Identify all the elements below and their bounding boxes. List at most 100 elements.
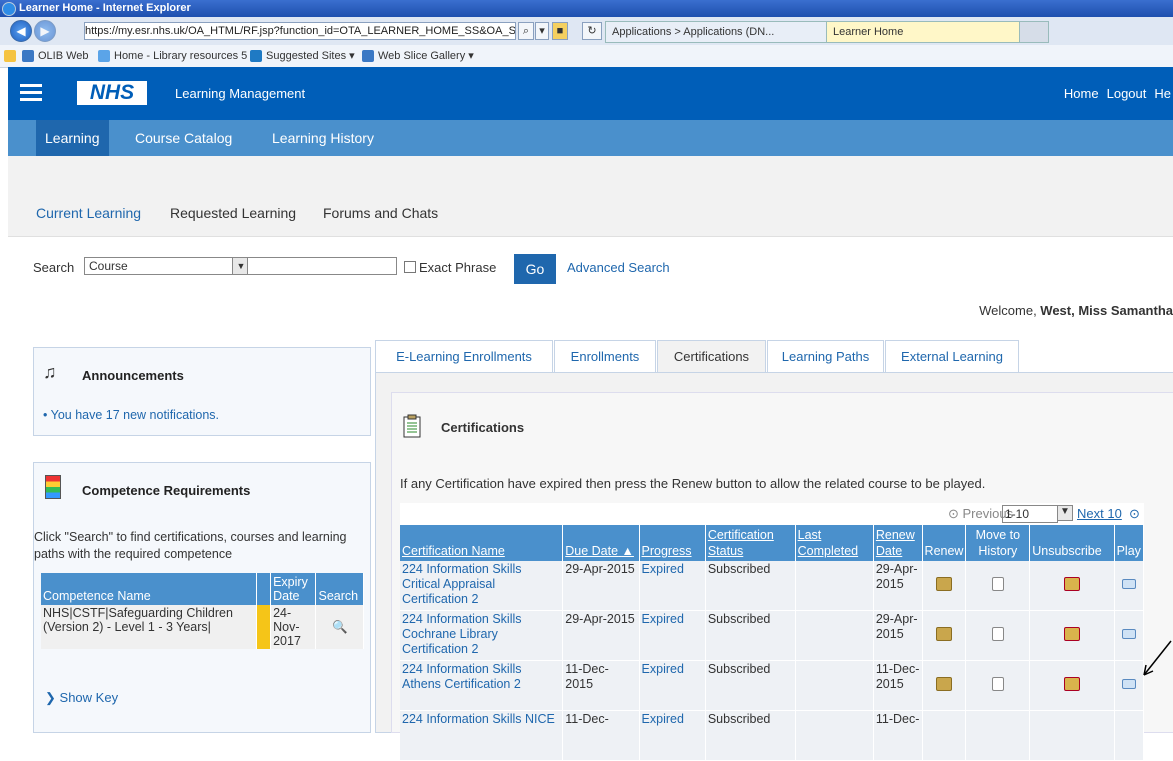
forward-icon[interactable]: ▶ — [34, 20, 56, 42]
certification-name-link[interactable]: 224 Information Skills Athens Certificat… — [400, 660, 564, 711]
certification-name-link[interactable]: 224 Information Skills Critical Appraisa… — [400, 561, 564, 611]
tab-certifications[interactable]: Certifications — [657, 340, 766, 373]
back-icon[interactable]: ◀ — [10, 20, 32, 42]
certification-status: Subscribed — [705, 561, 796, 611]
menu-icon[interactable] — [20, 84, 42, 102]
next-10-link[interactable]: Next 10 — [1077, 506, 1122, 521]
renew-icon[interactable] — [922, 610, 967, 661]
col-play: Play — [1114, 525, 1145, 561]
move-to-history-icon[interactable] — [965, 660, 1031, 711]
move-to-history-icon[interactable] — [965, 610, 1031, 661]
home-link[interactable]: Home — [1064, 86, 1099, 101]
fav-web-slice-gallery[interactable]: Web Slice Gallery ▾ — [362, 45, 474, 67]
unsubscribe-icon[interactable] — [1029, 610, 1115, 661]
col-progress[interactable]: Progress — [639, 525, 706, 561]
search-input[interactable] — [247, 257, 397, 275]
annotation-arrow-icon — [1143, 640, 1172, 676]
col-certification-status[interactable]: Certification Status — [705, 525, 796, 561]
progress-link[interactable]: Expired — [639, 710, 706, 761]
renew-icon[interactable] — [922, 660, 967, 711]
renew-instructions: If any Certification have expired then p… — [400, 476, 986, 491]
unsubscribe-icon[interactable] — [1029, 710, 1115, 761]
favorites-star-icon[interactable] — [4, 45, 20, 67]
pagination: ⊙ Previous 1-10 ▼ Next 10 ⊙ — [400, 503, 1144, 525]
url-field[interactable]: https://my.esr.nhs.uk/OA_HTML/RF.jsp?fun… — [84, 22, 516, 40]
col-search: Search — [315, 573, 364, 605]
col-due-date[interactable]: Due Date ▲ — [562, 525, 640, 561]
show-key-link[interactable]: ❯ Show Key — [45, 690, 118, 706]
search-icon[interactable]: 🔍 — [315, 605, 364, 649]
col-last-completed[interactable]: Last Completed — [795, 525, 874, 561]
search-type-select[interactable]: Course ▼ — [84, 257, 250, 275]
certification-name-link[interactable]: 224 Information Skills NICE — [400, 710, 564, 761]
col-renew: Renew — [922, 525, 967, 561]
fav-home-library[interactable]: Home - Library resources 5 ... — [98, 45, 260, 67]
primary-nav: Learning Course Catalog Learning History — [8, 120, 1173, 156]
renew-date: 29-Apr-2015 — [873, 561, 923, 611]
tab-enrollments[interactable]: Enrollments — [554, 340, 656, 373]
unsubscribe-icon[interactable] — [1029, 660, 1115, 711]
due-date: 29-Apr-2015 — [562, 610, 640, 661]
go-button[interactable]: Go — [514, 254, 556, 284]
tab-e-learning-enrollments[interactable]: E-Learning Enrollments — [375, 340, 553, 373]
search-icon[interactable]: ⌕ — [518, 22, 534, 40]
certifications-table: Certification Name Due Date ▲ Progress C… — [400, 525, 1145, 761]
window-title: Learner Home - Internet Explorer — [19, 2, 191, 14]
sort-asc-icon: ▲ — [621, 544, 634, 558]
browser-tab-learner-home[interactable]: Learner Home — [826, 21, 1024, 43]
ie-logo-icon — [2, 2, 16, 16]
exact-phrase-checkbox[interactable] — [404, 261, 416, 273]
unsubscribe-icon[interactable] — [1029, 561, 1115, 611]
advanced-search-link[interactable]: Advanced Search — [567, 260, 670, 275]
tab-external-learning[interactable]: External Learning — [885, 340, 1019, 373]
fav-olib-web[interactable]: OLIB Web — [22, 45, 89, 67]
tab-learning-paths[interactable]: Learning Paths — [767, 340, 884, 373]
certification-name-link[interactable]: 224 Information Skills Cochrane Library … — [400, 610, 564, 661]
last-completed — [795, 561, 874, 611]
table-row: NHS|CSTF|Safeguarding Children (Version … — [41, 605, 364, 649]
browser-tab-applications[interactable]: Applications > Applications (DN... — [605, 21, 831, 43]
lock-icon[interactable]: ■ — [552, 22, 568, 40]
nav-current-learning[interactable]: Current Learning — [36, 205, 141, 221]
nhs-logo: NHS — [77, 81, 147, 105]
competence-panel: Competence Requirements Click "Search" t… — [33, 462, 371, 733]
status-marker — [256, 605, 272, 649]
col-expiry-date: Expiry Date — [270, 573, 317, 605]
help-link[interactable]: He — [1154, 86, 1171, 101]
progress-link[interactable]: Expired — [639, 660, 706, 711]
fav-suggested-sites[interactable]: Suggested Sites ▾ — [250, 45, 355, 67]
renew-date: 11-Dec-2015 — [873, 660, 923, 711]
competence-description: Click "Search" to find certifications, c… — [34, 530, 347, 561]
play-icon[interactable] — [1114, 610, 1145, 661]
nav-requested-learning[interactable]: Requested Learning — [170, 205, 296, 221]
browser-title-bar: Learner Home - Internet Explorer — [0, 0, 1173, 17]
competence-icon — [45, 475, 61, 499]
col-renew-date[interactable]: Renew Date — [873, 525, 923, 561]
page-range-select[interactable]: 1-10 — [1002, 505, 1058, 523]
progress-link[interactable]: Expired — [639, 561, 706, 611]
play-icon[interactable] — [1114, 710, 1145, 761]
notifications-link[interactable]: • You have 17 new notifications. — [43, 408, 219, 422]
nav-forums-and-chats[interactable]: Forums and Chats — [323, 205, 438, 221]
progress-link[interactable]: Expired — [639, 610, 706, 661]
col-certification-name[interactable]: Certification Name — [400, 525, 564, 561]
chevron-down-icon[interactable]: ▼ — [1057, 505, 1073, 521]
logout-link[interactable]: Logout — [1107, 86, 1147, 101]
play-icon[interactable] — [1114, 660, 1145, 711]
nav-learning[interactable]: Learning — [36, 120, 109, 156]
certifications-title: Certifications — [441, 420, 525, 435]
dropdown-icon[interactable]: ▾ — [535, 22, 549, 40]
renew-icon[interactable] — [922, 710, 967, 761]
nav-learning-history[interactable]: Learning History — [263, 120, 383, 156]
favorites-bar: OLIB Web Home - Library resources 5 ... … — [0, 45, 1173, 68]
new-tab-button[interactable] — [1019, 21, 1049, 43]
next-arrow-icon[interactable]: ⊙ — [1129, 506, 1140, 522]
move-to-history-icon[interactable] — [965, 710, 1031, 761]
col-competence-name: Competence Name — [41, 573, 258, 605]
renew-icon[interactable] — [922, 561, 967, 611]
table-row: 224 Information Skills Critical Appraisa… — [400, 561, 1145, 611]
play-icon[interactable] — [1114, 561, 1145, 611]
refresh-icon[interactable]: ↻ — [582, 22, 602, 40]
nav-course-catalog[interactable]: Course Catalog — [126, 120, 241, 156]
move-to-history-icon[interactable] — [965, 561, 1031, 611]
